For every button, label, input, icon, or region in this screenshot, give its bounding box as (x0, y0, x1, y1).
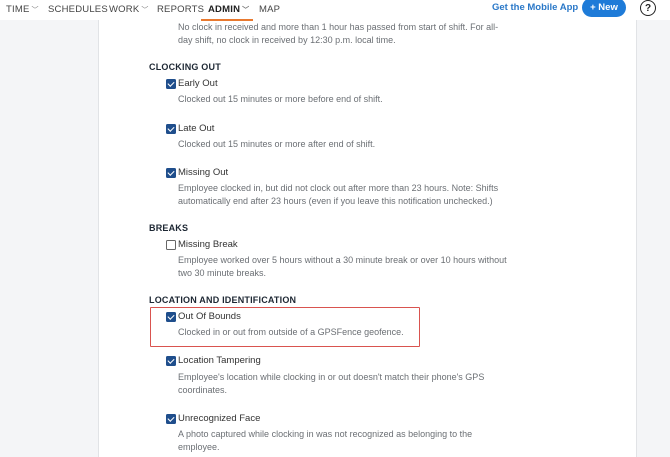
nav-admin[interactable]: ADMIN ﹀ (208, 4, 249, 15)
nav-schedules-label: SCHEDULES (48, 4, 108, 15)
nav-map-label: MAP (259, 4, 281, 15)
nav-time[interactable]: TIME ﹀ (6, 4, 39, 15)
early-out-checkbox[interactable] (166, 79, 176, 89)
missing-break-desc-line2: two 30 minute breaks. (178, 268, 267, 278)
nav-time-label: TIME (6, 4, 30, 15)
missing-out-checkbox[interactable] (166, 168, 176, 178)
active-tab-underline (201, 19, 253, 21)
missing-in-desc-line1: No clock in received and more than 1 hou… (178, 22, 499, 32)
new-button[interactable]: + New (582, 0, 626, 17)
chevron-down-icon: ﹀ (242, 7, 250, 14)
nav-reports-label: REPORTS (157, 4, 205, 15)
section-title-clocking-out: CLOCKING OUT (149, 62, 221, 72)
nav-reports[interactable]: REPORTS (157, 4, 204, 15)
unrecognized-face-desc-line1: A photo captured while clocking in was n… (178, 429, 473, 439)
location-tampering-label[interactable]: Location Tampering (178, 355, 261, 366)
section-title-breaks: BREAKS (149, 223, 189, 233)
early-out-desc: Clocked out 15 minutes or more before en… (178, 94, 383, 104)
section-title-location: LOCATION AND IDENTIFICATION (149, 295, 297, 305)
late-out-label[interactable]: Late Out (178, 123, 214, 134)
nav-work-label: WORK (109, 4, 140, 15)
out-of-bounds-checkbox[interactable] (166, 312, 176, 322)
early-out-label[interactable]: Early Out (178, 78, 218, 89)
unrecognized-face-checkbox[interactable] (166, 414, 176, 424)
nav-schedules[interactable]: SCHEDULES (48, 4, 108, 15)
out-of-bounds-label[interactable]: Out Of Bounds (178, 311, 241, 322)
missing-break-label[interactable]: Missing Break (178, 239, 238, 250)
late-out-desc: Clocked out 15 minutes or more after end… (178, 139, 376, 149)
missing-out-desc-line1: Employee clocked in, but did not clock o… (178, 183, 499, 193)
chevron-down-icon: ﹀ (31, 7, 39, 14)
missing-in-desc-line2: day shift, no clock in received by 12:30… (178, 35, 396, 45)
missing-out-desc-line2: automatically end after 23 hours (even i… (178, 196, 493, 206)
late-out-checkbox[interactable] (166, 124, 176, 134)
location-tampering-desc-line2: coordinates. (178, 385, 228, 395)
nav-map[interactable]: MAP (259, 4, 280, 15)
missing-break-checkbox[interactable] (166, 240, 176, 250)
location-tampering-desc-line1: Employee's location while clocking in or… (178, 372, 485, 382)
missing-out-label[interactable]: Missing Out (178, 167, 228, 178)
get-mobile-app-link[interactable]: Get the Mobile App (492, 2, 578, 13)
location-tampering-checkbox[interactable] (166, 356, 176, 366)
help-icon[interactable]: ? (640, 0, 656, 16)
top-nav: TIME ﹀ SCHEDULES WORK ﹀ REPORTS ADMIN ﹀ MAP… (0, 0, 670, 21)
nav-admin-label: ADMIN (208, 4, 241, 15)
unrecognized-face-desc-line2: employee. (178, 442, 220, 452)
nav-work[interactable]: WORK ﹀ (109, 4, 149, 15)
out-of-bounds-desc: Clocked in or out from outside of a GPSF… (178, 327, 404, 337)
unrecognized-face-label[interactable]: Unrecognized Face (178, 413, 260, 424)
chevron-down-icon: ﹀ (141, 7, 149, 14)
missing-break-desc-line1: Employee worked over 5 hours without a 3… (178, 255, 507, 265)
